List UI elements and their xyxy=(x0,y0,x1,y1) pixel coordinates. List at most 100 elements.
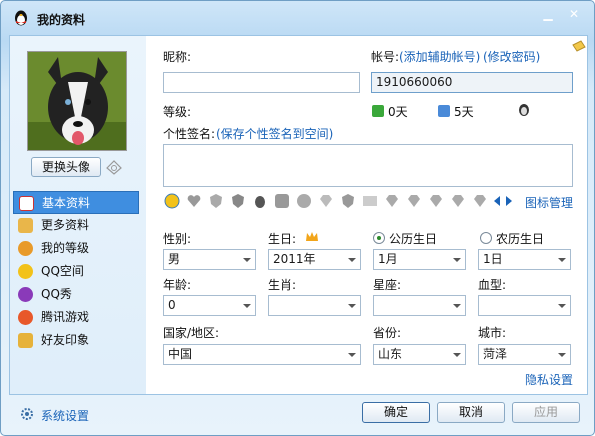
camera-icon[interactable] xyxy=(105,158,123,176)
blood-type-label: 血型: xyxy=(478,278,507,292)
diamond-badge-icon-2[interactable] xyxy=(384,193,400,209)
profile-window: 我的资料 ▁ ✕ 更换头像 基本资料 更多资料 我的等级 QQ空间 QQ秀 腾讯… xyxy=(0,0,595,436)
diamond-badge-icon-6[interactable] xyxy=(472,193,488,209)
window-title: 我的资料 xyxy=(37,13,86,27)
sidebar-item-my-level[interactable]: 我的等级 xyxy=(13,237,139,260)
constellation-label: 星座: xyxy=(373,278,402,292)
birth-year-select[interactable]: 2011年 xyxy=(268,249,361,270)
ok-button[interactable]: 确定 xyxy=(362,402,430,423)
diamond-badge-icon-1[interactable] xyxy=(318,193,334,209)
sidebar-item-label: 基本资料 xyxy=(42,196,91,210)
title-bar[interactable]: 我的资料 ▁ ✕ xyxy=(1,1,594,35)
country-label: 国家/地区: xyxy=(163,326,220,340)
qzone-badge-icon[interactable] xyxy=(164,193,180,209)
sidebar-item-label: 腾讯游戏 xyxy=(41,310,90,324)
solar-birthday-radio[interactable] xyxy=(373,232,385,244)
city-label: 城市: xyxy=(478,326,507,340)
privacy-settings-link[interactable]: 隐私设置 xyxy=(525,371,573,388)
signature-label: 个性签名: xyxy=(163,127,216,141)
sidebar-item-qzone[interactable]: QQ空间 xyxy=(13,260,139,283)
save-signature-link[interactable]: (保存个性签名到空间) xyxy=(216,125,333,142)
age-select[interactable]: 0 xyxy=(163,295,256,316)
gender-label: 性别: xyxy=(163,232,192,246)
solar-birthday-label: 公历生日 xyxy=(389,232,438,246)
minimize-button[interactable]: ▁ xyxy=(536,5,560,23)
chevron-down-icon xyxy=(558,258,566,262)
country-select[interactable]: 中国 xyxy=(163,344,361,365)
change-password-link[interactable]: (修改密码) xyxy=(483,48,540,65)
gear-icon[interactable] xyxy=(19,406,35,422)
id-card-icon xyxy=(19,196,34,211)
shield-badge-icon[interactable] xyxy=(208,193,224,209)
pin-icon[interactable] xyxy=(571,39,587,55)
sidebar-item-qq-show[interactable]: QQ秀 xyxy=(13,283,139,306)
level-days-active: 5天 xyxy=(454,105,474,119)
sidebar-item-more-info[interactable]: 更多资料 xyxy=(13,214,139,237)
blood-type-select[interactable] xyxy=(478,295,571,316)
account-label: 帐号: xyxy=(371,50,400,64)
chevron-down-icon xyxy=(243,258,251,262)
penguin-level-icon[interactable] xyxy=(516,101,532,117)
t-badge-icon[interactable] xyxy=(340,193,356,209)
vip-shield-badge-icon[interactable] xyxy=(230,193,246,209)
sidebar-nav: 基本资料 更多资料 我的等级 QQ空间 QQ秀 腾讯游戏 好友印象 xyxy=(13,191,139,352)
birthday-label: 生日: xyxy=(268,232,297,246)
gender-value: 男 xyxy=(168,252,181,266)
nickname-input[interactable] xyxy=(163,72,360,93)
chevron-down-icon xyxy=(243,304,251,308)
apply-button[interactable]: 应用 xyxy=(512,402,580,423)
birth-year-value: 2011年 xyxy=(273,252,316,266)
penguin-badge-icon[interactable] xyxy=(252,193,268,209)
sidebar-item-label: 更多资料 xyxy=(41,218,90,232)
sidebar-item-friend-impression[interactable]: 好友印象 xyxy=(13,329,139,352)
change-avatar-button[interactable]: 更换头像 xyxy=(31,157,101,177)
province-value: 山东 xyxy=(378,347,403,361)
birth-day-value: 1日 xyxy=(483,252,503,266)
heart-badge-icon[interactable] xyxy=(186,193,202,209)
pai-badge-icon[interactable] xyxy=(296,193,312,209)
crown-icon xyxy=(18,241,33,256)
qzone-star-icon xyxy=(18,264,33,279)
icon-manage-link[interactable]: 图标管理 xyxy=(525,194,573,211)
province-label: 省份: xyxy=(373,326,402,340)
gender-select[interactable]: 男 xyxy=(163,249,256,270)
chevron-down-icon xyxy=(348,304,356,308)
province-select[interactable]: 山东 xyxy=(373,344,466,365)
impression-icon xyxy=(18,333,33,348)
sidebar-item-label: 我的等级 xyxy=(41,241,90,255)
qq-p-badge-icon[interactable] xyxy=(274,193,290,209)
sidebar-item-basic-info[interactable]: 基本资料 xyxy=(13,191,139,214)
age-value: 0 xyxy=(168,298,176,312)
signature-textarea[interactable] xyxy=(163,144,573,187)
add-secondary-account-link[interactable]: (添加辅助帐号) xyxy=(399,48,480,65)
avatar[interactable] xyxy=(27,51,127,151)
birth-month-value: 1月 xyxy=(378,252,398,266)
cancel-button[interactable]: 取消 xyxy=(437,402,505,423)
scroll-left-icon[interactable] xyxy=(492,193,502,209)
diamond-badge-icon-5[interactable] xyxy=(450,193,466,209)
sidebar-item-label: QQ秀 xyxy=(41,287,72,301)
city-value: 菏泽 xyxy=(483,347,508,361)
lunar-birthday-radio[interactable] xyxy=(480,232,492,244)
active-level-icon xyxy=(438,105,450,117)
system-settings-link[interactable]: 系统设置 xyxy=(41,407,89,424)
sidebar-item-tencent-games[interactable]: 腾讯游戏 xyxy=(13,306,139,329)
close-button[interactable]: ✕ xyxy=(562,5,586,23)
account-field: 1910660060 xyxy=(371,72,573,93)
dog-photo-image xyxy=(28,52,126,150)
birth-month-select[interactable]: 1月 xyxy=(373,249,466,270)
constellation-select[interactable] xyxy=(373,295,466,316)
birthday-crown-icon xyxy=(306,232,318,241)
chevron-down-icon xyxy=(348,258,356,262)
mail-badge-icon[interactable] xyxy=(362,193,378,209)
chevron-down-icon xyxy=(453,353,461,357)
diamond-badge-icon-4[interactable] xyxy=(428,193,444,209)
city-select[interactable]: 菏泽 xyxy=(478,344,571,365)
diamond-badge-icon-3[interactable] xyxy=(406,193,422,209)
country-value: 中国 xyxy=(168,347,193,361)
chevron-down-icon xyxy=(453,304,461,308)
zodiac-label: 生肖: xyxy=(268,278,297,292)
birth-day-select[interactable]: 1日 xyxy=(478,249,571,270)
scroll-right-icon[interactable] xyxy=(504,193,514,209)
zodiac-select[interactable] xyxy=(268,295,361,316)
